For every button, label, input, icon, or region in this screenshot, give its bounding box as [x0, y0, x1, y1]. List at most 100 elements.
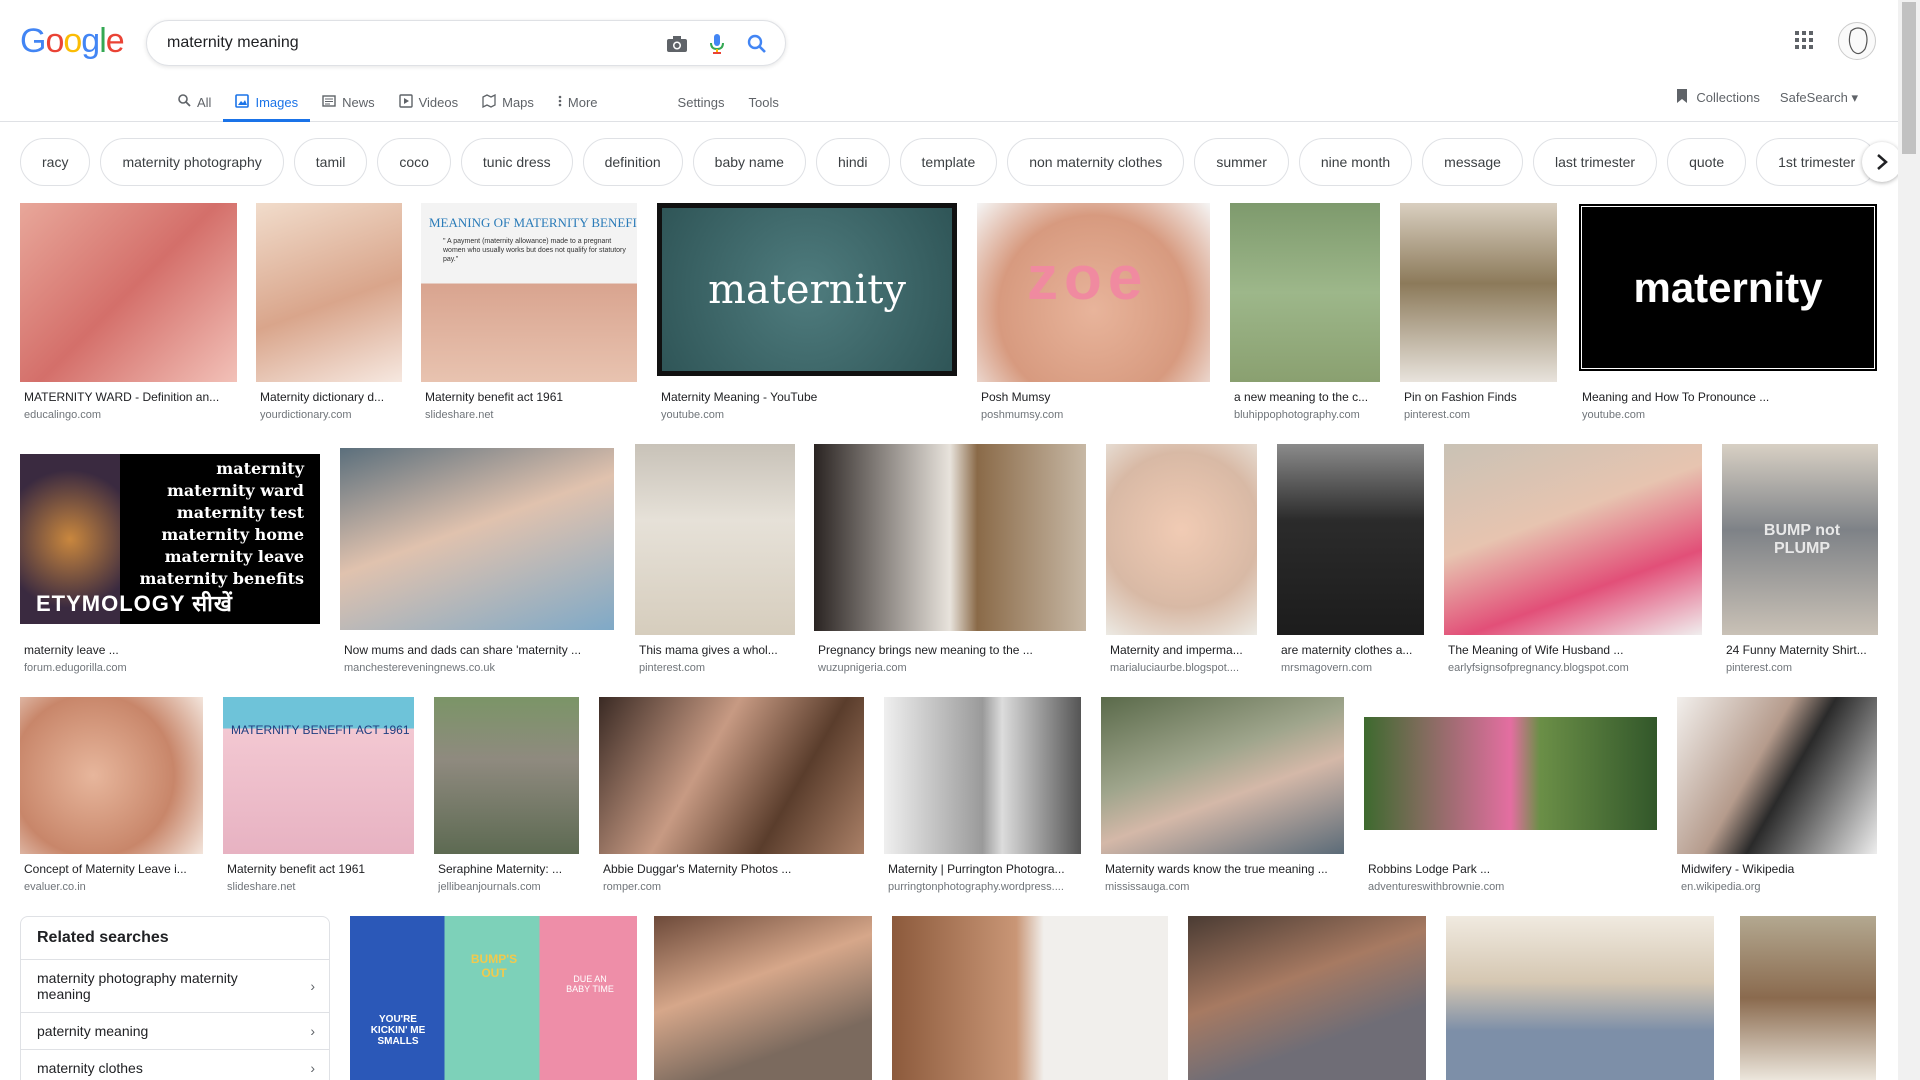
result-caption[interactable]: Maternity and imperma...: [1110, 643, 1257, 657]
result-caption[interactable]: a new meaning to the c...: [1234, 390, 1380, 404]
result-source[interactable]: forum.edugorilla.com: [24, 662, 320, 674]
suggestion-chip[interactable]: message: [1422, 138, 1523, 186]
result-source[interactable]: youtube.com: [661, 409, 957, 421]
tab-news[interactable]: News: [310, 82, 387, 122]
chips-next-button[interactable]: [1862, 142, 1902, 182]
result-thumbnail[interactable]: [20, 203, 237, 382]
result-caption[interactable]: Meaning and How To Pronounce ...: [1582, 390, 1878, 404]
result-source[interactable]: pinterest.com: [1726, 662, 1878, 674]
result-thumbnail[interactable]: YOU'RE KICKIN' ME SMALLS BUMP'S OUT DUE …: [350, 916, 637, 1080]
result-source[interactable]: purringtonphotography.wordpress....: [888, 881, 1081, 893]
result-source[interactable]: romper.com: [603, 881, 864, 893]
result-source[interactable]: manchestereveningnews.co.uk: [344, 662, 614, 674]
result-source[interactable]: youtube.com: [1582, 409, 1878, 421]
result-source[interactable]: slideshare.net: [227, 881, 414, 893]
result-caption[interactable]: Maternity benefit act 1961: [425, 390, 637, 404]
google-logo[interactable]: Google: [20, 22, 125, 61]
result-source[interactable]: bluhippophotography.com: [1234, 409, 1380, 421]
result-caption[interactable]: Abbie Duggar's Maternity Photos ...: [603, 862, 864, 876]
result-thumbnail[interactable]: [1446, 916, 1714, 1080]
scrollbar-thumb[interactable]: [1902, 2, 1916, 154]
camera-icon[interactable]: [663, 30, 691, 58]
result-source[interactable]: evaluer.co.in: [24, 881, 203, 893]
result-thumbnail[interactable]: [256, 203, 402, 382]
image-result[interactable]: [1188, 916, 1426, 1080]
suggestion-chip[interactable]: last trimester: [1532, 138, 1658, 186]
result-caption[interactable]: Pregnancy brings new meaning to the ...: [818, 643, 1086, 657]
result-thumbnail[interactable]: [1188, 916, 1426, 1080]
result-source[interactable]: yourdictionary.com: [260, 409, 402, 421]
result-caption[interactable]: Concept of Maternity Leave i...: [24, 862, 203, 876]
suggestion-chip[interactable]: summer: [1194, 138, 1289, 186]
result-thumbnail[interactable]: [1101, 697, 1344, 854]
image-result[interactable]: [1446, 916, 1714, 1080]
result-thumbnail[interactable]: [892, 916, 1168, 1080]
result-thumbnail[interactable]: [1740, 916, 1876, 1080]
suggestion-chip[interactable]: tunic dress: [460, 138, 573, 186]
result-thumbnail[interactable]: [20, 697, 203, 854]
search-icon[interactable]: [743, 30, 771, 58]
result-source[interactable]: jellibeanjournals.com: [438, 881, 579, 893]
safesearch-button[interactable]: SafeSearch ▾: [1780, 90, 1858, 106]
tab-videos[interactable]: Videos: [387, 82, 471, 122]
result-caption[interactable]: Robbins Lodge Park ...: [1368, 862, 1657, 876]
result-caption[interactable]: 24 Funny Maternity Shirt...: [1726, 643, 1878, 657]
suggestion-chip[interactable]: definition: [582, 138, 683, 186]
suggestion-chip[interactable]: hindi: [815, 138, 890, 186]
tab-tools[interactable]: Tools: [737, 82, 791, 122]
tab-all[interactable]: All: [166, 82, 223, 122]
result-thumbnail[interactable]: maternity: [1578, 203, 1878, 372]
result-caption[interactable]: Maternity wards know the true meaning ..…: [1105, 862, 1344, 876]
result-source[interactable]: poshmumsy.com: [981, 409, 1210, 421]
result-thumbnail[interactable]: BUMP not PLUMP: [1722, 444, 1878, 635]
result-caption[interactable]: Posh Mumsy: [981, 390, 1210, 404]
result-thumbnail[interactable]: [1277, 444, 1424, 635]
result-source[interactable]: slideshare.net: [425, 409, 637, 421]
apps-grid-icon[interactable]: [1794, 30, 1818, 54]
result-caption[interactable]: This mama gives a whol...: [639, 643, 795, 657]
result-caption[interactable]: are maternity clothes a...: [1281, 643, 1424, 657]
result-thumbnail[interactable]: [1400, 203, 1557, 382]
image-result[interactable]: [1740, 916, 1876, 1080]
result-source[interactable]: marialuciaurbe.blogspot....: [1110, 662, 1257, 674]
result-thumbnail[interactable]: [654, 916, 872, 1080]
result-thumbnail[interactable]: [599, 697, 864, 854]
result-thumbnail[interactable]: zoe: [977, 203, 1210, 382]
image-result[interactable]: [654, 916, 872, 1080]
suggestion-chip[interactable]: baby name: [692, 138, 806, 186]
result-thumbnail[interactable]: [1364, 717, 1657, 830]
suggestion-chip[interactable]: template: [899, 138, 998, 186]
suggestion-chip[interactable]: quote: [1667, 138, 1747, 186]
result-thumbnail[interactable]: MEANING OF MATERNITY BENEFI " A payment …: [421, 203, 637, 382]
result-source[interactable]: pinterest.com: [1404, 409, 1557, 421]
result-source[interactable]: adventureswithbrownie.com: [1368, 881, 1657, 893]
microphone-icon[interactable]: [703, 30, 731, 58]
result-source[interactable]: pinterest.com: [639, 662, 795, 674]
image-result[interactable]: [892, 916, 1168, 1080]
result-thumbnail[interactable]: [814, 444, 1086, 631]
result-source[interactable]: wuzupnigeria.com: [818, 662, 1086, 674]
result-thumbnail[interactable]: [1677, 697, 1877, 854]
suggestion-chip[interactable]: 1st trimester: [1756, 138, 1870, 186]
page-scrollbar[interactable]: [1898, 0, 1920, 1080]
tab-images[interactable]: Images: [223, 82, 310, 122]
result-source[interactable]: mrsmagovern.com: [1281, 662, 1424, 674]
result-caption[interactable]: Maternity dictionary d...: [260, 390, 402, 404]
result-caption[interactable]: Seraphine Maternity: ...: [438, 862, 579, 876]
result-caption[interactable]: maternity leave ...: [24, 643, 320, 657]
suggestion-chip[interactable]: racy: [20, 138, 91, 186]
tab-maps[interactable]: Maps: [470, 82, 546, 122]
result-thumbnail[interactable]: maternity maternity ward maternity test mat…: [20, 454, 320, 624]
tab-settings[interactable]: Settings: [666, 82, 737, 122]
result-caption[interactable]: Pin on Fashion Finds: [1404, 390, 1557, 404]
suggestion-chip[interactable]: coco: [377, 138, 451, 186]
result-thumbnail[interactable]: MATERNITY BENEFIT ACT 1961: [223, 697, 414, 854]
result-thumbnail[interactable]: [434, 697, 579, 854]
result-caption[interactable]: Maternity | Purrington Photogra...: [888, 862, 1081, 876]
result-caption[interactable]: Maternity benefit act 1961: [227, 862, 414, 876]
result-caption[interactable]: The Meaning of Wife Husband ...: [1448, 643, 1702, 657]
result-thumbnail[interactable]: [1106, 444, 1257, 635]
suggestion-chip[interactable]: non maternity clothes: [1007, 138, 1185, 186]
result-source[interactable]: earlyfsignsofpregnancy.blogspot.com: [1448, 662, 1702, 674]
result-caption[interactable]: MATERNITY WARD - Definition an...: [24, 390, 237, 404]
